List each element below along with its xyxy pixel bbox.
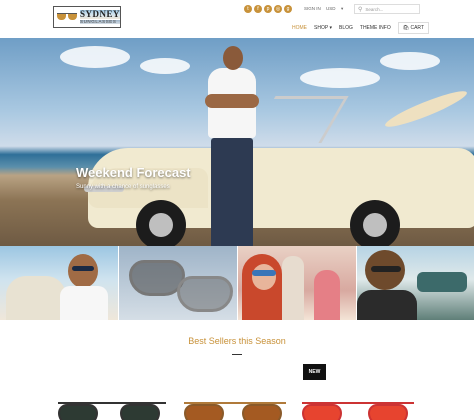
nav-shop[interactable]: SHOP ▾: [314, 25, 332, 31]
logo[interactable]: SYDNEY SUNGLASSES: [53, 6, 121, 28]
nav-theme-info[interactable]: THEME INFO: [360, 25, 391, 31]
product-card[interactable]: [54, 400, 170, 420]
brand-tagline: SUNGLASSES: [79, 19, 120, 25]
social-links: t f p ◎ g: [244, 5, 292, 13]
cloud: [300, 68, 380, 88]
pinterest-icon[interactable]: p: [264, 5, 272, 13]
hero-model: [203, 46, 263, 246]
sunglasses-logo-icon: [57, 12, 77, 22]
car-windshield: [248, 96, 349, 143]
sign-in-link[interactable]: SIGN IN: [304, 6, 321, 11]
facebook-icon[interactable]: f: [254, 5, 262, 13]
surfboard: [382, 86, 470, 132]
hero-headline: Weekend Forecast: [76, 165, 191, 180]
promo-tile-aviators[interactable]: [119, 246, 237, 320]
new-badge: NEW: [303, 364, 326, 380]
section-divider: [232, 354, 242, 355]
site-header: SYDNEY SUNGLASSES t f p ◎ g SIGN IN USD …: [0, 0, 474, 38]
hero-slider[interactable]: Weekend Forecast Sunny with a chance of …: [0, 38, 474, 246]
cloud: [140, 58, 190, 74]
product-card[interactable]: [180, 400, 290, 420]
google-plus-icon[interactable]: g: [284, 5, 292, 13]
nav-home[interactable]: HOME: [292, 25, 307, 31]
promo-tile-beach-car[interactable]: [357, 246, 474, 320]
instagram-icon[interactable]: ◎: [274, 5, 282, 13]
cloud: [380, 52, 440, 70]
cloud: [60, 46, 130, 68]
cart-button[interactable]: 🛍 CART: [397, 22, 430, 34]
chevron-down-icon[interactable]: ▾: [341, 6, 343, 12]
search-placeholder: Search...: [365, 6, 384, 12]
main-nav: HOME SHOP ▾ BLOG THEME INFO 🛍 CART: [292, 22, 430, 34]
search-icon: ⚲: [358, 6, 363, 13]
hero-subline: Sunny with a chance of sunglasses: [76, 184, 170, 190]
nav-blog[interactable]: BLOG: [339, 25, 353, 31]
promo-tile-friends[interactable]: [238, 246, 356, 320]
cart-label: CART: [410, 25, 425, 31]
search-input[interactable]: ⚲ Search...: [354, 4, 420, 14]
twitter-icon[interactable]: t: [244, 5, 252, 13]
brand-name: SYDNEY: [79, 8, 120, 19]
currency-selector[interactable]: USD: [326, 6, 336, 11]
promo-tile-driver[interactable]: [0, 246, 118, 320]
section-title: Best Sellers this Season: [188, 336, 286, 346]
product-card[interactable]: [298, 400, 418, 420]
promo-tiles: [0, 246, 474, 320]
